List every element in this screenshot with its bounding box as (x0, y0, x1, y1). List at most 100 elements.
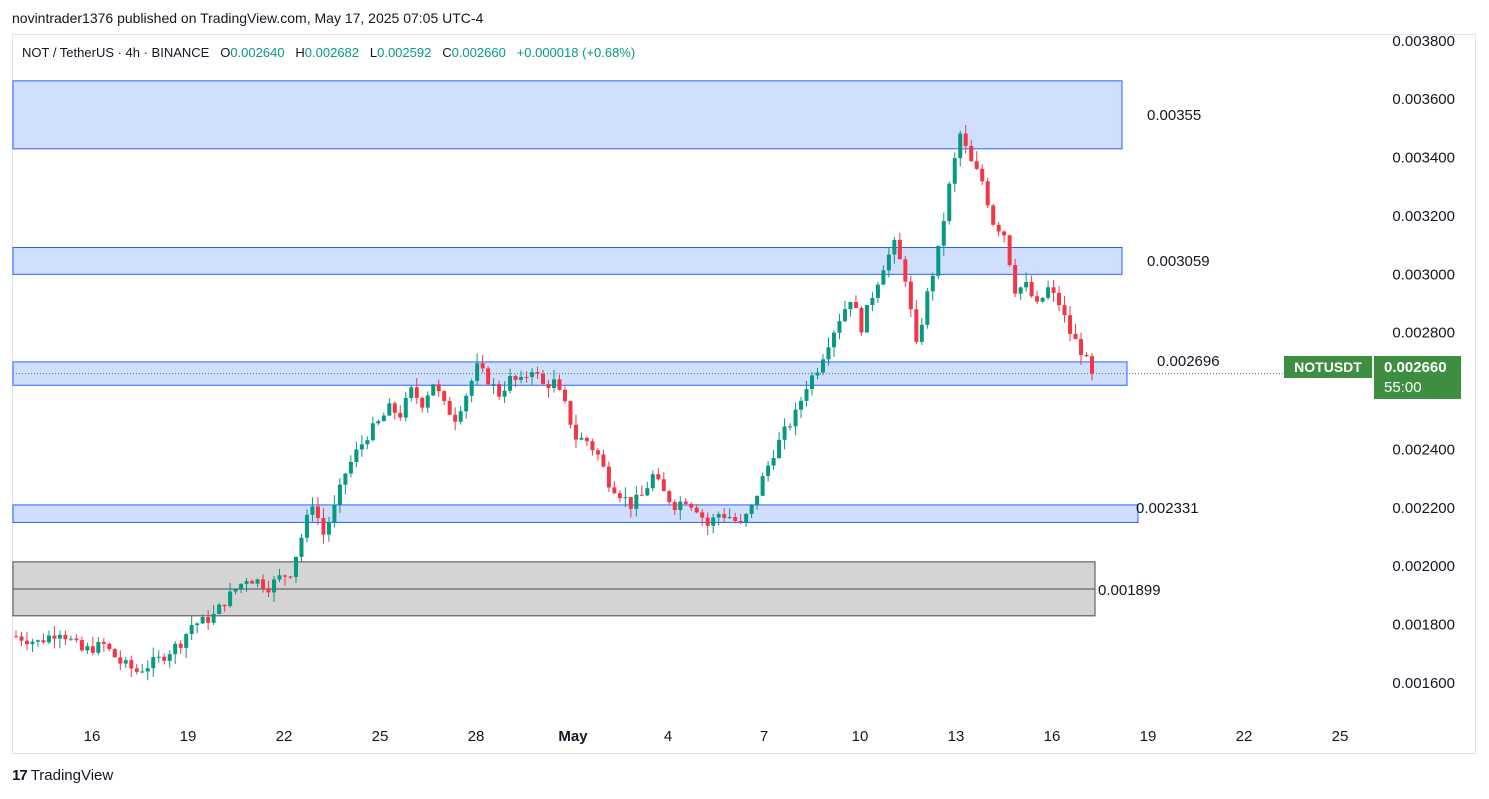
price-tick-10: 0.003800 (1392, 33, 1455, 50)
candle-body (299, 537, 304, 557)
price-badge-countdown: 55:00 (1384, 379, 1422, 396)
candle-body (156, 656, 161, 658)
candle-body (546, 383, 551, 388)
candle-body (584, 437, 589, 442)
candle-body (376, 421, 381, 424)
candle-body (963, 133, 968, 146)
candle-body (672, 502, 677, 511)
candle-body (980, 168, 985, 182)
candle-body (1073, 333, 1078, 340)
candle-body (573, 424, 578, 440)
candle-body (206, 617, 211, 623)
candle-body (101, 642, 106, 644)
candle-body (859, 307, 864, 333)
candle-body (991, 205, 996, 225)
candle-body (272, 579, 277, 593)
candle-body (617, 493, 622, 499)
price-tick-9: 0.003600 (1392, 91, 1455, 108)
candle-body (129, 660, 134, 669)
candle-body (678, 501, 683, 511)
candle-body (870, 297, 875, 306)
price-tick-4: 0.002400 (1392, 441, 1455, 458)
candle-body (85, 646, 90, 651)
candle-body (1057, 292, 1062, 306)
candle-body (178, 643, 183, 648)
time-tick-2: 22 (276, 728, 293, 745)
price-tick-1: 0.001800 (1392, 617, 1455, 634)
candle-body (760, 476, 765, 496)
candle-body (321, 518, 326, 535)
candle-body (892, 239, 897, 255)
candle-body (173, 643, 178, 655)
candle-body (1040, 297, 1045, 302)
candle-body (1079, 339, 1084, 355)
last-price-badge[interactable]: NOTUSDT 0.002660 55:00 (1284, 356, 1461, 399)
candle-body (304, 514, 309, 538)
zone-3[interactable] (12, 361, 1128, 386)
candle-body (848, 301, 853, 310)
price-chart[interactable]: 0.003550.0030590.0026960.0023310.001899 … (0, 0, 1489, 799)
candle-body (200, 617, 205, 624)
candle-body (996, 224, 1001, 232)
candle-body (628, 497, 633, 509)
candle-body (864, 305, 869, 333)
candle-body (239, 583, 244, 590)
candle-body (941, 221, 946, 246)
zone-4[interactable] (12, 504, 1139, 523)
time-tick-3: 25 (372, 728, 389, 745)
candle-body (167, 654, 172, 661)
time-tick-8: 10 (852, 728, 869, 745)
time-tick-10: 16 (1044, 728, 1061, 745)
candle-body (162, 656, 167, 661)
candle-body (853, 301, 858, 308)
footer-brand[interactable]: 17 TradingView (12, 767, 113, 784)
price-tick-7: 0.003200 (1392, 208, 1455, 225)
candle-body (661, 479, 666, 492)
candle-body (908, 281, 913, 310)
candle-body (914, 309, 919, 342)
legend-symbol[interactable]: NOT / TetherUS · 4h · BINANCE (22, 45, 209, 60)
candle-body (689, 503, 694, 508)
legend-change: +0.000018 (+0.68%) (516, 45, 636, 60)
candle-body (722, 514, 727, 518)
candle-body (14, 636, 18, 638)
candle-body (486, 368, 491, 385)
zone-5-label: 0.001899 (1098, 582, 1161, 599)
legend-close-label: C (442, 45, 452, 60)
candle-body (315, 506, 320, 519)
candle-body (475, 363, 480, 381)
time-tick-13: 25 (1332, 728, 1349, 745)
footer-brand-label: TradingView (30, 767, 114, 784)
candle-body (700, 512, 705, 518)
zone-2[interactable] (12, 246, 1123, 275)
candle-body (228, 591, 233, 607)
legend-high-label: H (295, 45, 305, 60)
symbol-badge-text: NOTUSDT (1294, 359, 1362, 375)
legend-low-value: 0.002592 (377, 45, 432, 60)
price-tick-0: 0.001600 (1392, 675, 1455, 692)
candle-body (370, 423, 375, 441)
candle-body (1013, 264, 1018, 294)
candle-body (1002, 231, 1007, 236)
candle-body (453, 414, 458, 422)
candle-body (831, 332, 836, 348)
candle-body (645, 488, 650, 496)
candle-body (749, 504, 754, 514)
candle-body (930, 275, 935, 292)
candle-body (24, 640, 29, 645)
candle-body (217, 604, 222, 614)
candle-body (1051, 287, 1056, 293)
zone-2-label: 0.003059 (1147, 253, 1210, 270)
zone-1[interactable] (12, 80, 1123, 150)
time-tick-12: 22 (1236, 728, 1253, 745)
candle-body (881, 270, 886, 285)
candle-body (947, 183, 952, 222)
candle-body (815, 372, 820, 376)
candle-body (348, 461, 353, 474)
candle-body (694, 507, 699, 513)
candle-body (903, 259, 908, 282)
time-axis: 16 19 22 25 28 May 4 7 10 13 16 19 22 25 (84, 728, 1349, 745)
candle-body (195, 623, 200, 626)
candle-body (738, 521, 743, 523)
candle-body (552, 379, 556, 388)
